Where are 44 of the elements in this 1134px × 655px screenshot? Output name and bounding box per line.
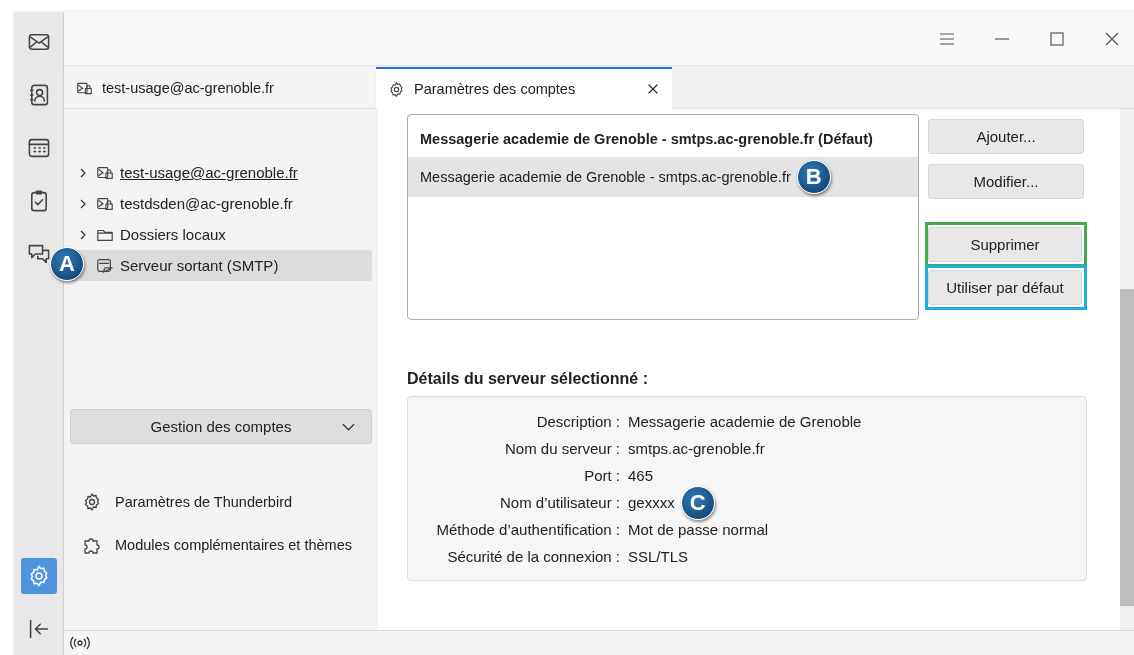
detail-value: SSL/TLS — [628, 548, 689, 565]
close-icon[interactable] — [1104, 30, 1120, 47]
account-actions-button[interactable]: Gestion des comptes — [70, 409, 372, 444]
puzzle-icon[interactable] — [82, 535, 102, 555]
action-button[interactable]: Supprimer — [928, 227, 1082, 262]
callout-badge: B — [796, 160, 831, 194]
detail-value: smtps.ac-grenoble.fr — [628, 440, 765, 457]
server-row[interactable]: Messagerie academie de Grenoble - smtps.ac-grenoble.fr B — [408, 157, 918, 197]
action-button[interactable]: Ajouter... — [928, 119, 1084, 154]
detail-label: Port : — [583, 466, 620, 486]
scrollbar[interactable] — [1120, 109, 1134, 630]
pane-link[interactable]: Modules complémentaires et thèmes — [115, 537, 352, 553]
calendar-icon[interactable] — [26, 136, 51, 160]
detail-label: Méthode d’authentification : — [435, 520, 620, 540]
chevron-icon[interactable] — [78, 167, 88, 178]
detail-value: 465 — [628, 467, 654, 484]
chevron-icon — [342, 423, 355, 431]
details-heading: Détails du serveur sélectionné : — [407, 370, 649, 388]
pane-link[interactable]: Paramètres de Thunderbird — [115, 494, 293, 510]
detail-label: Nom du serveur : — [503, 439, 620, 459]
tab[interactable]: test-usage@ac-grenoble.fr — [64, 68, 374, 108]
signal-icon[interactable] — [70, 636, 90, 650]
tab[interactable]: Paramètres des comptes — [376, 67, 672, 109]
close-icon[interactable] — [646, 82, 660, 96]
settings-icon[interactable] — [82, 492, 102, 512]
settings-icon — [388, 80, 405, 98]
outbox-icon — [96, 256, 114, 275]
chat-icon[interactable] — [26, 242, 51, 266]
detail-label: Sécurité de la connexion : — [446, 547, 620, 567]
detail-value: Messagerie academie de Grenoble — [628, 413, 862, 430]
detail-value: gexxxx — [628, 494, 675, 511]
tree-item[interactable]: testdsden@ac-grenoble.fr — [70, 188, 372, 219]
maximize-icon[interactable] — [1049, 30, 1065, 47]
action-button[interactable]: Modifier... — [928, 164, 1084, 199]
chevron-icon[interactable] — [78, 229, 88, 240]
tree-item[interactable]: Dossiers locaux — [70, 219, 372, 250]
detail-label: Description : — [535, 412, 620, 432]
callout-badge: C — [680, 485, 715, 520]
action-button[interactable]: Utiliser par défaut — [928, 270, 1082, 305]
detail-value: Mot de passe normal — [628, 521, 769, 538]
tree-item[interactable]: test-usage@ac-grenoble.fr — [70, 157, 372, 188]
detail-label: Nom d’utilisateur : — [498, 493, 620, 513]
server-row[interactable]: Messagerie academie de Grenoble - smtps.ac-grenoble.fr (Défaut) — [408, 121, 918, 157]
chevron-icon[interactable] — [78, 198, 88, 209]
